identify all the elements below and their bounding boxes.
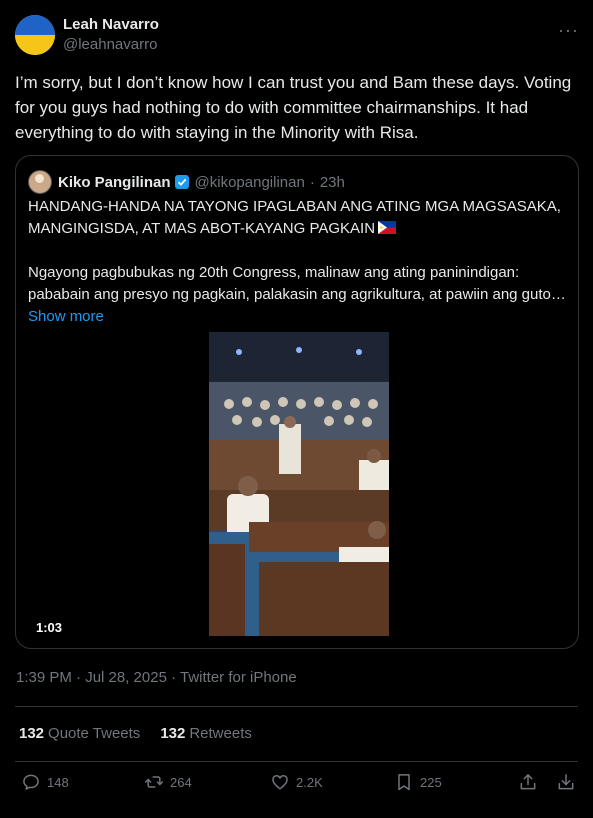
tweet-author: Leah Navarro @leahnavarro bbox=[15, 15, 159, 55]
quoted-tweet-header: Kiko Pangilinan @kikopangilinan · 23h bbox=[28, 170, 345, 194]
share-icon bbox=[520, 774, 536, 790]
tweet-stats: 132 Quote Tweets 132 Retweets bbox=[19, 725, 272, 742]
bookmark-icon bbox=[398, 774, 410, 791]
quoted-tweet[interactable]: Kiko Pangilinan @kikopangilinan · 23h HA… bbox=[15, 155, 579, 649]
download-icon bbox=[558, 774, 574, 790]
quoted-text: HANDANG-HANDA NA TAYONG IPAGLABAN ANG AT… bbox=[28, 196, 568, 328]
more-options-icon[interactable]: ··· bbox=[558, 20, 579, 41]
like-count: 2.2K bbox=[296, 774, 323, 790]
reply-icon bbox=[23, 774, 39, 790]
verified-badge-icon bbox=[174, 175, 189, 189]
author-display-name[interactable]: Leah Navarro bbox=[63, 15, 159, 35]
retweets-stat[interactable]: 132 Retweets bbox=[160, 725, 252, 742]
video-duration: 1:03 bbox=[36, 620, 63, 635]
bookmark-count: 225 bbox=[420, 774, 442, 790]
divider bbox=[15, 706, 578, 707]
quoted-body: Ngayong pagbubukas ng 20th Congress, mal… bbox=[28, 264, 566, 303]
author-handle[interactable]: @leahnavarro bbox=[63, 35, 159, 55]
share-button[interactable] bbox=[518, 772, 538, 792]
retweet-button[interactable]: 264 bbox=[144, 772, 192, 792]
retweet-icon bbox=[144, 776, 164, 788]
retweet-count: 132 bbox=[160, 725, 186, 742]
quoted-handle[interactable]: @kikopangilinan bbox=[195, 174, 305, 191]
action-bar: 148 264 2.2K 225 bbox=[0, 772, 593, 800]
reply-count: 148 bbox=[47, 774, 69, 790]
quote-tweet-count: 132 bbox=[19, 725, 45, 742]
senate-session-image bbox=[209, 332, 389, 636]
tweet-timestamp[interactable]: 1:39 PM · Jul 28, 2025 · Twitter for iPh… bbox=[16, 669, 297, 686]
heart-icon bbox=[272, 775, 288, 790]
quote-tweet-label: Quote Tweets bbox=[48, 725, 141, 742]
reply-button[interactable]: 148 bbox=[21, 772, 69, 792]
avatar[interactable] bbox=[15, 15, 55, 55]
quoted-display-name[interactable]: Kiko Pangilinan bbox=[58, 174, 171, 191]
show-more-link[interactable]: Show more bbox=[28, 306, 568, 328]
quoted-avatar[interactable] bbox=[28, 170, 52, 194]
quote-tweets-stat[interactable]: 132 Quote Tweets bbox=[19, 725, 140, 742]
retweet-action-count: 264 bbox=[170, 774, 192, 790]
download-button[interactable] bbox=[556, 772, 576, 792]
retweet-label: Retweets bbox=[189, 725, 252, 742]
video-thumbnail[interactable] bbox=[209, 332, 389, 636]
like-button[interactable]: 2.2K bbox=[270, 772, 323, 792]
philippines-flag-icon bbox=[378, 221, 397, 234]
quoted-time[interactable]: 23h bbox=[320, 174, 345, 191]
tweet-text: I’m sorry, but I don’t know how I can tr… bbox=[15, 73, 572, 142]
bookmark-button[interactable]: 225 bbox=[394, 772, 442, 792]
divider bbox=[15, 761, 578, 762]
separator: · bbox=[309, 173, 315, 191]
quoted-headline: HANDANG-HANDA NA TAYONG IPAGLABAN ANG AT… bbox=[28, 198, 561, 237]
